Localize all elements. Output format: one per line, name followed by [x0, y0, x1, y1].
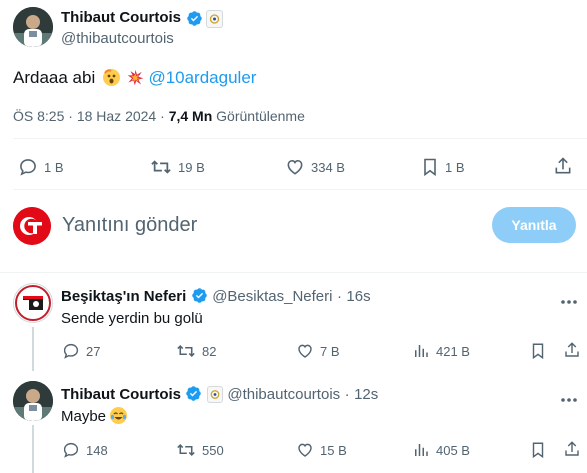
retweet-action[interactable]: 550 — [176, 441, 224, 459]
views-label: Görüntülenme — [216, 108, 305, 124]
bookmark-count: 1 B — [445, 159, 465, 175]
views-count: 405 B — [436, 442, 470, 458]
like-count: 7 B — [320, 343, 340, 359]
bookmark-action[interactable]: 1 B — [421, 157, 465, 177]
retweet-count: 550 — [202, 442, 224, 458]
reply-author-handle[interactable]: @thibautcourtois — [227, 386, 340, 403]
share-icon — [563, 440, 581, 458]
retweet-count: 19 B — [178, 159, 205, 175]
like-action[interactable]: 7 B — [296, 342, 340, 360]
author-handle[interactable]: @thibautcourtois — [61, 30, 174, 47]
reply-header: Thibaut Courtois @thibautcourtois · 12s — [61, 385, 378, 407]
bookmark-action[interactable] — [530, 441, 546, 459]
reply-count: 148 — [86, 442, 108, 458]
tweet-text: Ardaaa abi @10ardaguler — [13, 68, 256, 91]
author-avatar[interactable] — [13, 7, 53, 47]
verified-badge-icon — [191, 287, 208, 309]
tweet-time[interactable]: ÖS 8:25 — [13, 108, 64, 124]
mention-link[interactable]: @10ardaguler — [148, 68, 256, 87]
divider — [13, 138, 587, 139]
heart-icon — [296, 441, 314, 459]
collision-emoji-icon — [127, 69, 144, 91]
tweet-meta: ÖS 8:25 · 18 Haz 2024 · 7,4 Mn Görüntüle… — [13, 108, 305, 124]
share-action[interactable] — [563, 341, 581, 359]
share-action[interactable] — [563, 440, 581, 458]
reply-action[interactable]: 1 B — [18, 157, 64, 177]
reply-icon — [62, 441, 80, 459]
reply-count: 1 B — [44, 159, 64, 175]
retweet-action[interactable]: 19 B — [150, 157, 205, 177]
more-options-icon[interactable] — [560, 390, 578, 408]
reply-text: Sende yerdin bu golü — [61, 310, 203, 327]
reply-submit-button[interactable]: Yanıtla — [492, 207, 576, 243]
shocked-face-emoji-icon — [102, 69, 120, 86]
verified-badge-icon — [186, 10, 203, 32]
reply-author-avatar[interactable] — [13, 283, 53, 323]
reply-icon — [62, 342, 80, 360]
reply-author-name[interactable]: Thibaut Courtois — [61, 386, 181, 403]
club-badge-icon — [206, 386, 223, 403]
meta-separator: · — [336, 288, 342, 305]
bookmark-icon — [530, 342, 546, 360]
heart-icon — [285, 157, 305, 177]
bookmark-action[interactable] — [530, 342, 546, 360]
meta-separator: · — [160, 108, 165, 124]
bookmark-icon — [530, 441, 546, 459]
reply-icon — [18, 157, 38, 177]
retweet-action[interactable]: 82 — [176, 342, 216, 360]
views-action[interactable]: 421 B — [412, 342, 470, 360]
like-action[interactable]: 15 B — [296, 441, 347, 459]
reply-time[interactable]: 16s — [346, 288, 370, 305]
reply-text-body: Maybe — [61, 408, 107, 425]
reply-action[interactable]: 148 — [62, 441, 108, 459]
share-icon — [553, 156, 573, 176]
like-count: 334 B — [311, 159, 345, 175]
views-count: 7,4 Mn — [168, 108, 213, 124]
current-user-avatar[interactable] — [13, 207, 51, 245]
retweet-icon — [176, 342, 196, 360]
heart-icon — [296, 342, 314, 360]
views-count: 421 B — [436, 343, 470, 359]
analytics-icon — [412, 342, 430, 360]
reply-text: Maybe — [61, 407, 128, 425]
bookmark-icon — [421, 157, 439, 177]
verified-badge-icon — [185, 385, 202, 407]
like-action[interactable]: 334 B — [285, 157, 345, 177]
analytics-icon — [412, 441, 430, 459]
like-count: 15 B — [320, 442, 347, 458]
thread-connector-line — [32, 327, 34, 371]
reply-count: 27 — [86, 343, 101, 359]
reply-author-avatar[interactable] — [13, 381, 53, 421]
more-options-icon[interactable] — [560, 292, 578, 310]
reply-author-handle[interactable]: @Besiktas_Neferi — [212, 288, 332, 305]
reply-action[interactable]: 27 — [62, 342, 100, 360]
divider — [13, 189, 587, 190]
share-icon — [563, 341, 581, 359]
reply-author-name[interactable]: Beşiktaş'ın Neferi — [61, 288, 186, 305]
retweet-count: 82 — [202, 343, 217, 359]
tweet-date[interactable]: 18 Haz 2024 — [77, 108, 156, 124]
views-action[interactable]: 405 B — [412, 441, 470, 459]
divider — [0, 272, 587, 273]
author-name[interactable]: Thibaut Courtois — [61, 9, 181, 26]
meta-separator: · — [344, 386, 350, 403]
reply-time[interactable]: 12s — [354, 386, 378, 403]
retweet-icon — [176, 441, 196, 459]
tweet-text-body: Ardaaa abi — [13, 68, 96, 87]
retweet-icon — [150, 157, 172, 177]
share-action[interactable] — [553, 156, 573, 176]
reply-header: Beşiktaş'ın Neferi @Besiktas_Neferi · 16… — [61, 287, 371, 309]
meta-separator: · — [68, 108, 73, 124]
thread-connector-line — [32, 425, 34, 473]
club-badge-icon — [206, 10, 223, 28]
tears-of-joy-emoji-icon — [110, 407, 128, 424]
reply-input[interactable]: Yanıtını gönder — [62, 214, 197, 237]
